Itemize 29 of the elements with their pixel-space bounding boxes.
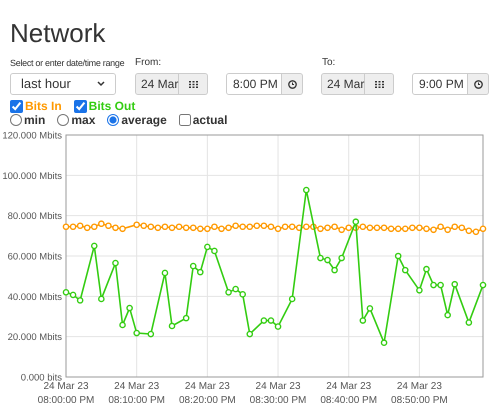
- mode-label: max: [71, 113, 96, 127]
- x-axis-label: 24 Mar 23: [114, 381, 160, 392]
- x-axis-label: 08:50:00 PM: [391, 395, 448, 403]
- x-axis-label: 24 Mar 23: [184, 381, 230, 392]
- mode-label: min: [24, 113, 46, 127]
- y-axis-label: 20.000 Mbits: [8, 332, 62, 344]
- range-label: Select or enter date/time range: [10, 57, 124, 70]
- x-axis-label: 08:40:00 PM: [320, 395, 378, 403]
- x-axis-label: 24 Mar 23: [326, 381, 372, 392]
- to-label: To:: [322, 56, 336, 70]
- page-title: Network: [10, 18, 106, 48]
- x-axis-label: 08:30:00 PM: [250, 395, 306, 403]
- y-axis-label: 0.000 bits: [20, 372, 62, 384]
- x-axis-label: 24 Mar 23: [396, 381, 442, 392]
- from-label: From:: [135, 56, 162, 70]
- y-axis-label: 60.000 Mbits: [8, 252, 62, 262]
- series-label: Bits In: [25, 99, 62, 113]
- mode-label: actual: [192, 113, 228, 127]
- y-axis-label: 80.000 Mbits: [8, 211, 62, 222]
- y-axis-label: 100.000 Mbits: [2, 170, 62, 182]
- x-axis-label: 08:00:00 PM: [38, 395, 94, 403]
- x-axis-label: 08:10:00 PM: [108, 395, 166, 403]
- mode-label: average: [121, 113, 167, 127]
- x-axis-label: 08:20:00 PM: [179, 395, 236, 403]
- x-axis-label: 24 Mar 23: [256, 381, 301, 392]
- y-axis-label: 120.000 Mbits: [2, 130, 62, 142]
- x-axis-label: 24 Mar 23: [43, 381, 89, 392]
- y-axis-label: 40.000 Mbits: [8, 292, 62, 303]
- series-label: Bits Out: [88, 99, 136, 113]
